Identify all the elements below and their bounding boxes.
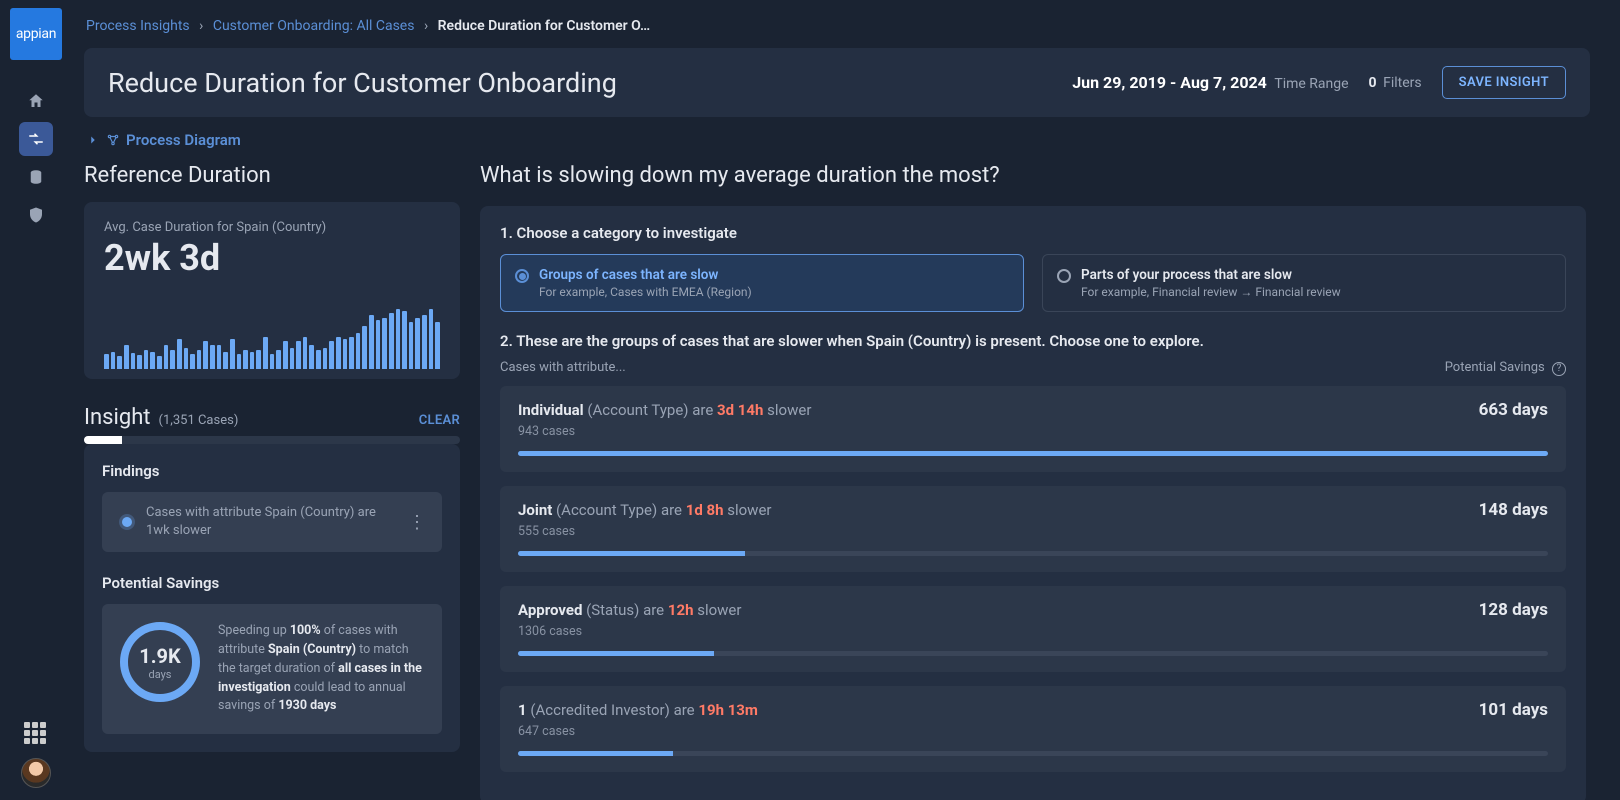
- user-avatar[interactable]: [21, 758, 51, 788]
- case-count: 1306 cases: [518, 624, 1548, 639]
- radio-icon: [515, 269, 529, 283]
- process-icon[interactable]: [19, 122, 53, 156]
- cases-with-attribute-label: Cases with attribute...: [500, 360, 626, 376]
- page-header: Reduce Duration for Customer Onboarding …: [84, 48, 1590, 117]
- option1-title: Groups of cases that are slow: [539, 267, 752, 283]
- breadcrumb: Process Insights › Customer Onboarding: …: [84, 10, 1590, 48]
- case-group-row[interactable]: 1 (Accredited Investor) are 19h 13m 101 d…: [500, 686, 1566, 772]
- case-description: Individual (Account Type) are 3d 14h slo…: [518, 401, 811, 419]
- findings-title: Findings: [102, 462, 442, 480]
- chevron-right-icon: ›: [424, 18, 428, 34]
- reference-duration-value: 2wk 3d: [104, 237, 440, 279]
- question-title: What is slowing down my average duration…: [480, 163, 1586, 188]
- finding-text: Cases with attribute Spain (Country) are…: [146, 504, 390, 540]
- category-option-process-parts[interactable]: Parts of your process that are slow For …: [1042, 254, 1566, 312]
- potential-savings-title: Potential Savings: [102, 574, 442, 592]
- savings-bar: [518, 651, 1548, 656]
- kebab-menu-icon[interactable]: ⋮: [404, 512, 430, 533]
- page-title: Reduce Duration for Customer Onboarding: [108, 67, 617, 99]
- apps-grid-icon[interactable]: [24, 722, 48, 746]
- savings-card: 1.9K days Speeding up 100% of cases with…: [102, 604, 442, 734]
- savings-bar: [518, 751, 1548, 756]
- left-sidebar: appian: [0, 0, 72, 800]
- donut-value: 1.9K: [139, 644, 180, 668]
- finding-indicator-dot: [122, 517, 132, 527]
- diagram-icon: [106, 133, 120, 147]
- case-count: 647 cases: [518, 724, 1548, 739]
- save-insight-button[interactable]: SAVE INSIGHT: [1442, 66, 1566, 99]
- insight-panel: Findings Cases with attribute Spain (Cou…: [84, 444, 460, 752]
- option2-title: Parts of your process that are slow: [1081, 267, 1341, 283]
- savings-description: Speeding up 100% of cases with attribute…: [218, 622, 424, 716]
- filters-label: Filters: [1383, 75, 1422, 91]
- list-header: Cases with attribute... Potential Saving…: [500, 360, 1566, 376]
- process-diagram-toggle[interactable]: Process Diagram: [84, 117, 1590, 163]
- radio-icon: [1057, 269, 1071, 283]
- case-savings: 128 days: [1479, 600, 1548, 620]
- insight-title: Insight: [84, 405, 151, 430]
- insight-count: (1,351 Cases): [159, 413, 239, 428]
- filters-count: 0: [1369, 75, 1377, 91]
- case-group-row[interactable]: Individual (Account Type) are 3d 14h slo…: [500, 386, 1566, 472]
- clear-button[interactable]: CLEAR: [419, 413, 460, 428]
- option2-sub: For example, Financial review → Financia…: [1081, 285, 1341, 299]
- savings-bar: [518, 451, 1548, 456]
- chevron-right-icon: ›: [199, 18, 203, 34]
- reference-duration-title: Reference Duration: [84, 163, 460, 188]
- potential-savings-header: Potential Savings: [1445, 360, 1545, 375]
- step2-label: 2. These are the groups of cases that ar…: [500, 332, 1566, 350]
- investigation-panel: 1. Choose a category to investigate Grou…: [480, 206, 1586, 800]
- breadcrumb-current: Reduce Duration for Customer O…: [438, 18, 651, 34]
- insight-progress: [84, 436, 460, 444]
- case-savings: 148 days: [1479, 500, 1548, 520]
- finding-item[interactable]: Cases with attribute Spain (Country) are…: [102, 492, 442, 552]
- case-description: Joint (Account Type) are 1d 8h slower: [518, 501, 772, 519]
- category-option-groups[interactable]: Groups of cases that are slow For exampl…: [500, 254, 1024, 312]
- help-icon[interactable]: ?: [1552, 362, 1566, 376]
- case-description: Approved (Status) are 12h slower: [518, 601, 741, 619]
- case-group-row[interactable]: Approved (Status) are 12h slower 128 days…: [500, 586, 1566, 672]
- case-group-row[interactable]: Joint (Account Type) are 1d 8h slower 148…: [500, 486, 1566, 572]
- shield-icon[interactable]: [19, 198, 53, 232]
- savings-bar: [518, 551, 1548, 556]
- savings-donut: 1.9K days: [120, 622, 200, 702]
- time-range-value: Jun 29, 2019 - Aug 7, 2024: [1072, 73, 1267, 92]
- home-icon[interactable]: [19, 84, 53, 118]
- case-savings: 101 days: [1479, 700, 1548, 720]
- case-savings: 663 days: [1479, 400, 1548, 420]
- chevron-right-icon: [86, 133, 100, 147]
- reference-duration-sub: Avg. Case Duration for Spain (Country): [104, 220, 440, 235]
- sparkline-chart: [104, 309, 440, 369]
- case-description: 1 (Accredited Investor) are 19h 13m: [518, 701, 758, 719]
- step1-label: 1. Choose a category to investigate: [500, 224, 1566, 242]
- time-range[interactable]: Jun 29, 2019 - Aug 7, 2024 Time Range: [1072, 73, 1348, 92]
- donut-unit: days: [149, 668, 172, 681]
- time-range-label: Time Range: [1274, 76, 1348, 92]
- reference-duration-card: Avg. Case Duration for Spain (Country) 2…: [84, 202, 460, 379]
- database-icon[interactable]: [19, 160, 53, 194]
- breadcrumb-link-1[interactable]: Process Insights: [86, 18, 190, 34]
- option1-sub: For example, Cases with EMEA (Region): [539, 285, 752, 299]
- case-count: 555 cases: [518, 524, 1548, 539]
- process-diagram-label: Process Diagram: [126, 131, 241, 149]
- breadcrumb-link-2[interactable]: Customer Onboarding: All Cases: [213, 18, 415, 34]
- case-count: 943 cases: [518, 424, 1548, 439]
- logo: appian: [10, 8, 62, 60]
- filters-indicator[interactable]: 0 Filters: [1369, 75, 1422, 91]
